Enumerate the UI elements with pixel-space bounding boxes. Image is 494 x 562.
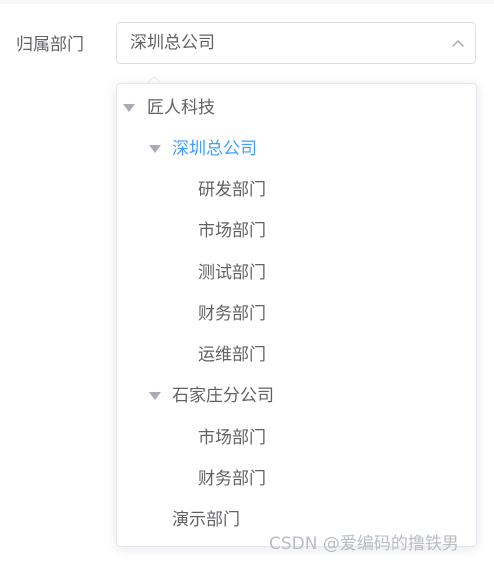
tree-node-shijiazhuang[interactable]: 石家庄分公司 [117, 376, 476, 416]
tree-node-label: 演示部门 [172, 510, 240, 530]
tree-node-label: 运维部门 [198, 345, 266, 365]
tree-node-shenzhen-marketing[interactable]: 市场部门 [117, 211, 476, 251]
tree-node-shijiazhuang-marketing[interactable]: 市场部门 [117, 418, 476, 458]
department-tree-select[interactable]: 深圳总公司 [116, 22, 476, 64]
tree-node-label: 市场部门 [198, 428, 266, 448]
tree-node-label: 财务部门 [198, 304, 266, 324]
tree-node-root[interactable]: 匠人科技 [117, 88, 476, 128]
tree-dropdown: 匠人科技 深圳总公司 研发部门 市场部门 测试部门 财务部门 运维部门 石家庄分… [116, 83, 477, 547]
tree-node-shenzhen[interactable]: 深圳总公司 [117, 129, 476, 169]
caret-down-icon[interactable] [149, 392, 161, 400]
tree-node-shenzhen-rd[interactable]: 研发部门 [117, 170, 476, 210]
tree-node-label: 财务部门 [198, 469, 266, 489]
tree-node-shenzhen-ops[interactable]: 运维部门 [117, 335, 476, 375]
caret-down-icon[interactable] [123, 104, 135, 112]
caret-down-icon[interactable] [149, 145, 161, 153]
csdn-watermark: CSDN @爱编码的撸铁男 [269, 534, 459, 554]
page-top-strip [0, 0, 494, 4]
tree-node-label: 研发部门 [198, 180, 266, 200]
form-label-department: 归属部门 [16, 35, 84, 55]
tree-node-shenzhen-testing[interactable]: 测试部门 [117, 253, 476, 293]
tree-node-label: 测试部门 [198, 263, 266, 283]
tree-node-label: 市场部门 [198, 221, 266, 241]
select-value: 深圳总公司 [130, 33, 215, 53]
tree-node-label-selected: 深圳总公司 [172, 139, 257, 159]
tree-node-label: 匠人科技 [147, 98, 215, 118]
tree-node-label: 石家庄分公司 [172, 386, 274, 406]
tree-node-shenzhen-finance[interactable]: 财务部门 [117, 294, 476, 334]
chevron-up-icon[interactable] [451, 36, 465, 50]
tree-node-shijiazhuang-finance[interactable]: 财务部门 [117, 459, 476, 499]
